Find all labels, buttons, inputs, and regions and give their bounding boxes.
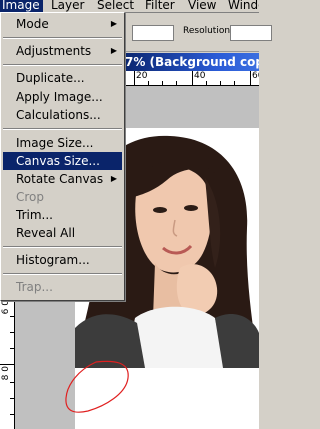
menu-item-apply-image[interactable]: Apply Image... [3,88,122,106]
menu-separator [3,64,122,66]
submenu-arrow-icon: ▶ [110,174,117,183]
menu-separator [3,128,122,130]
menu-window[interactable]: Windo [228,0,259,12]
document-title-bar[interactable]: 7% (Background cop [120,53,259,71]
menu-view[interactable]: View [188,0,216,12]
resolution-input[interactable] [230,25,272,41]
ruler-top-label: 40 [194,71,206,81]
menu-item-mode[interactable]: Mode ▶ [3,15,122,33]
ruler-left-label: 8 0 [1,366,11,381]
menu-item-trim[interactable]: Trim... [3,206,122,224]
menu-item-adjustments[interactable]: Adjustments ▶ [3,42,122,60]
menu-separator [3,37,122,39]
menu-separator [3,246,122,248]
submenu-arrow-icon: ▶ [110,19,117,28]
document-title: 7% (Background cop [125,55,259,69]
menu-item-canvas-size[interactable]: Canvas Size... [3,152,122,170]
menu-layer[interactable]: Layer [51,0,84,12]
resolution-label: Resolution: [183,26,234,36]
ruler-top: 20 40 60 [120,71,259,86]
ruler-left: 6 0 8 0 [0,296,15,429]
options-input-1[interactable] [132,25,174,41]
menu-item-duplicate[interactable]: Duplicate... [3,69,122,87]
menu-image[interactable]: Image [0,0,43,12]
ruler-left-label: 6 0 [1,300,11,315]
menu-item-rotate-canvas[interactable]: Rotate Canvas ▶ [3,170,122,188]
menu-item-histogram[interactable]: Histogram... [3,251,122,269]
menu-item-trap: Trap... [16,280,53,294]
menu-separator [3,273,122,275]
submenu-arrow-icon: ▶ [110,46,117,55]
image-menu-dropdown: Mode ▶ Adjustments ▶ Duplicate... Apply … [0,12,125,301]
menu-item-reveal-all[interactable]: Reveal All [3,224,122,242]
menu-item-calculations[interactable]: Calculations... [3,106,122,124]
ruler-top-label: 60 [252,71,259,81]
menu-select[interactable]: Select [97,0,134,12]
menu-filter[interactable]: Filter [145,0,175,12]
menu-item-image-size[interactable]: Image Size... [3,134,122,152]
ruler-top-label: 20 [136,71,148,81]
options-bar: Resolution: [120,13,272,52]
menu-item-crop: Crop [16,190,45,204]
